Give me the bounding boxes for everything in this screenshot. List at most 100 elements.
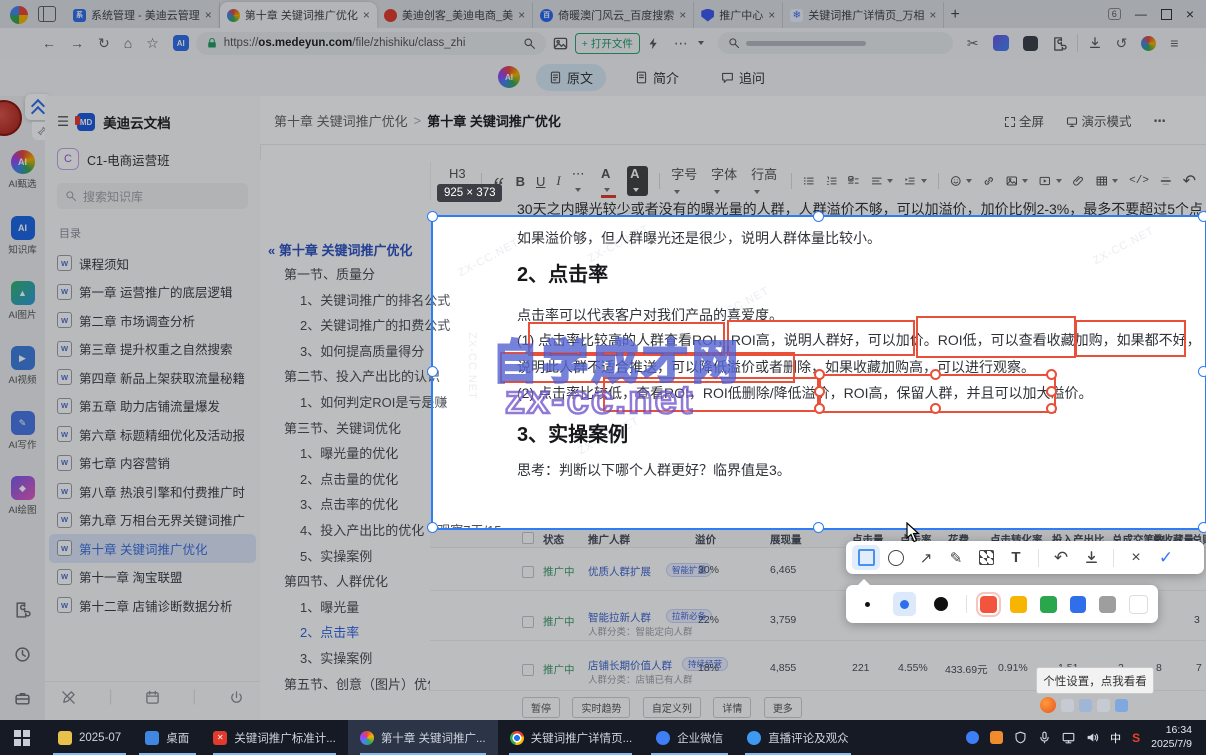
bookmark-star-icon[interactable]: ☆ [146,35,159,52]
tray-shield-icon[interactable] [1014,731,1027,744]
tab-close-icon[interactable]: × [679,8,686,22]
annotation-rect[interactable] [1075,320,1186,357]
assistant-orange-icon[interactable] [1040,697,1056,713]
tab-meidi-chuangke[interactable]: 美迪创客_美迪电商_美 × [377,2,534,28]
tray-display-icon[interactable] [1062,731,1075,744]
more-format-icon[interactable]: ⋯ [572,166,590,197]
ellipse-tool-button[interactable] [882,545,910,570]
doc-item[interactable]: W 第十二章 店铺诊断数据分析 [45,591,260,620]
window-minimize-button[interactable]: — [1135,7,1147,21]
code-icon[interactable]: </> [1129,175,1149,187]
doc-item[interactable]: W 第一章 运营推广的底层逻辑 [45,278,260,307]
input-bar-icon[interactable] [1061,698,1074,712]
brush-size-medium[interactable] [892,592,917,616]
input-bar-icon[interactable] [1115,698,1128,712]
underline-button[interactable]: U [536,174,545,189]
indent-icon[interactable] [904,174,916,188]
pause-button[interactable]: 暂停 [522,697,560,718]
text-tool-button[interactable]: T [1002,545,1030,570]
selection-handle[interactable] [813,211,824,222]
color-green[interactable] [1039,595,1057,613]
tab-close-icon[interactable]: × [205,8,212,22]
font-size-select[interactable]: 字号 [671,164,700,198]
tray-microphone-icon[interactable] [1038,731,1051,744]
menu-icon[interactable]: ≡ [1170,35,1178,51]
power-icon[interactable] [229,690,244,705]
download-button[interactable] [1077,545,1105,570]
tab-keyword-detail[interactable]: ❄ 关键词推广详情页_万相 × [783,2,945,28]
doc-item[interactable]: W 第九章 万相台无界关键词推广 [45,506,260,535]
toc-chapter-header[interactable]: « 第十章 关键词推广优化 [268,240,412,259]
custom-columns-button[interactable]: 自定义列 [642,697,701,718]
reload-icon[interactable]: ↻ [98,35,110,52]
chevron-down-icon[interactable] [697,41,704,45]
tab-baidu-search[interactable]: 百 倚暖澳门风云_百度搜索 × [533,2,695,28]
tray-orange-icon[interactable] [990,731,1004,744]
brush-size-large[interactable] [929,592,953,616]
tab-close-icon[interactable]: × [363,8,370,22]
confirm-capture-button[interactable]: ✓ [1152,545,1180,570]
toc-item[interactable]: 1、关键词推广的排名公式 [284,288,502,314]
sidebar-item-knowledge-base[interactable]: AI 知识库 [0,216,45,256]
workspace-selector[interactable]: C C1-电商运营班 [57,148,260,170]
more-tools-icon[interactable]: ⋯ [674,35,688,52]
input-bar-icon[interactable] [1097,698,1110,712]
ime-indicator[interactable]: 中 [1110,730,1121,746]
tab-system-admin[interactable]: 系 系统管理 - 美迪云管理 × [66,2,220,28]
start-button[interactable] [14,729,30,746]
doc-item[interactable]: W 第八章 热浪引擎和付费推广时 [45,477,260,506]
home-icon[interactable]: ⌂ [124,35,132,51]
floating-input-bar[interactable] [1040,697,1128,713]
realtime-trend-button[interactable]: 实时趋势 [572,697,631,718]
history-restore-icon[interactable]: ↺ [1116,35,1128,52]
detail-button[interactable]: 详情 [713,697,752,718]
toc-item[interactable]: 2、点击量的优化 [284,467,502,493]
extensions-puzzle-icon[interactable] [0,601,45,618]
row-checkbox[interactable] [522,664,534,676]
taskbar-item-desktop[interactable]: 桌面 [133,720,201,755]
more-button[interactable]: 更多 [763,697,802,718]
toc-item[interactable]: 第三节、关键词优化 [284,416,502,442]
taskbar-item-medeyun-doc[interactable]: 第十章 关键词推广... [347,720,498,755]
pen-tool-button[interactable]: ✎ [942,545,970,570]
search-input[interactable]: 搜索知识库 [57,183,248,209]
arrow-tool-button[interactable]: ↗ [912,545,940,570]
window-close-button[interactable]: × [1186,6,1194,22]
doc-item-current[interactable]: W 第十章 关键词推广优化 [49,534,256,563]
selection-handle[interactable] [427,522,438,533]
doc-item[interactable]: W 第三章 提升权重之自然搜索 [45,335,260,364]
fullscreen-button[interactable]: 全屏 [1004,111,1044,130]
numbered-list-icon[interactable] [826,174,838,188]
taskbar-item-live-comments[interactable]: 直播评论及观众 [735,720,861,755]
selection-handle[interactable] [1198,522,1206,533]
sidebar-item-ai-video[interactable]: ▶ AI视频 [0,346,45,386]
browser-logo-icon[interactable] [10,6,28,24]
address-bar[interactable]: https://os.medeyun.com/file/zhishiku/cla… [195,31,546,55]
download-icon[interactable] [1088,36,1102,50]
ai-assistant-icon[interactable]: AI [498,66,520,88]
italic-button[interactable]: I [556,173,560,189]
puzzle-extensions-icon[interactable] [1052,36,1067,51]
doc-item[interactable]: W 课程须知 [45,249,260,278]
highlight-color-button[interactable]: A [627,166,649,196]
sidebar-item-ai-writing[interactable]: ✎ AI写作 [0,411,45,451]
insert-image-icon[interactable] [1006,174,1018,188]
sogou-ime-icon[interactable]: S [1132,731,1140,745]
edit-disabled-icon[interactable] [61,690,76,705]
tray-volume-icon[interactable] [1086,731,1099,744]
sidebar-item-ai-picks[interactable]: AI AI甄选 [0,150,45,190]
color-white[interactable] [1129,594,1149,614]
bullet-list-icon[interactable] [803,174,815,188]
toc-item[interactable]: 3、点击率的优化 [284,492,502,518]
image-tool-icon[interactable] [553,36,568,51]
breadcrumb-parent[interactable]: 第十章 关键词推广优化 [274,111,408,130]
browser-account-icon[interactable] [1141,35,1157,51]
input-bar-icon[interactable] [1079,698,1092,712]
taskbar-item-spreadsheet[interactable]: ✕ 关键词推广标准计... [201,720,348,755]
toc-item[interactable]: 1、曝光量的优化 [284,441,502,467]
tab-close-icon[interactable]: × [768,8,775,22]
more-actions-icon[interactable]: ⋯ [1154,113,1167,128]
extension-count-badge[interactable]: 6 [1107,8,1121,20]
color-yellow[interactable] [1009,595,1027,613]
undo-icon[interactable]: ↶ [1183,171,1196,191]
